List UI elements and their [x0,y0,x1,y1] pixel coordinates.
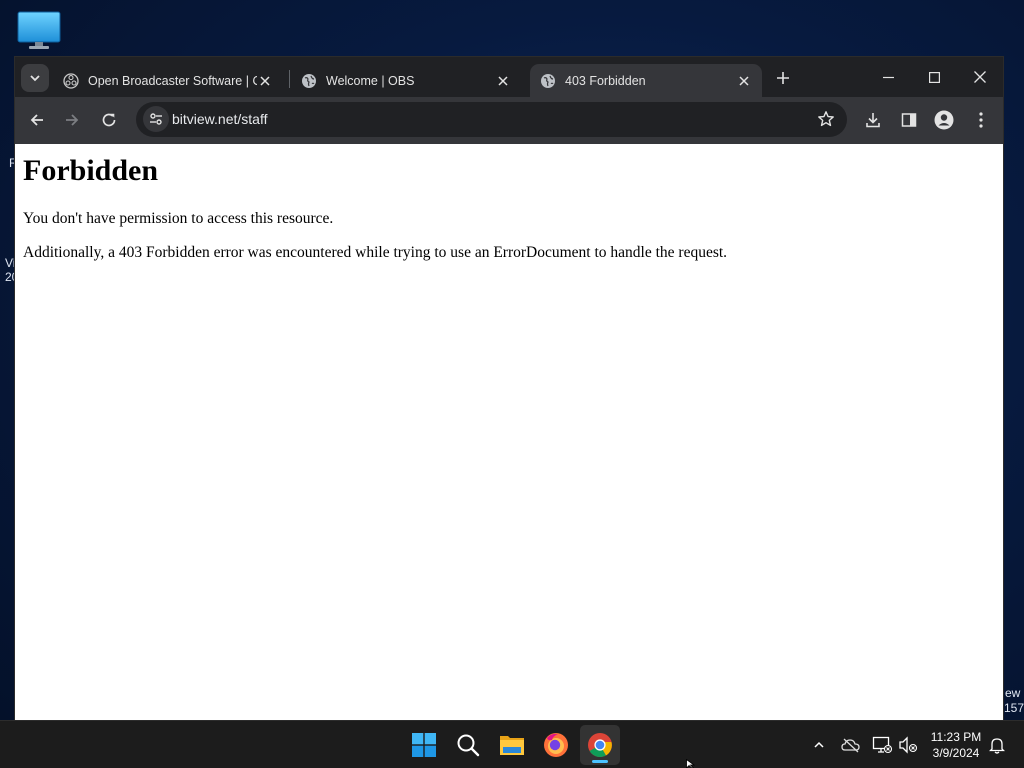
notification-bell-icon [989,738,1005,754]
search-icon [457,734,480,757]
download-icon [866,113,880,128]
globe-icon [541,73,555,88]
arrow-right-icon [66,114,79,126]
system-clock[interactable]: 11:23 PM 3/9/2024 [924,729,988,761]
desktop-peek-text: Vi [5,256,16,270]
more-vertical-icon [979,112,983,128]
chrome-window: Open Broadcaster Software | OBS Welcome … [15,57,1003,720]
network-icon [872,736,892,754]
tab-welcome-obs[interactable]: Welcome | OBS [291,64,521,97]
chevron-down-icon [30,75,40,82]
close-tab-icon[interactable] [736,73,752,89]
minimize-icon [882,76,894,78]
tab-title: Open Broadcaster Software | OBS [88,73,257,88]
start-button[interactable] [404,725,444,765]
profile-avatar-icon [934,110,954,130]
page-content: Forbidden You don't have permission to a… [15,144,1003,720]
address-bar[interactable]: bitview.net/staff [136,102,847,137]
reload-button[interactable] [95,106,123,134]
chrome-button[interactable] [580,725,620,765]
close-tab-icon[interactable] [257,73,273,89]
volume-button[interactable] [897,734,919,756]
plus-icon [777,72,789,84]
firefox-icon [544,733,568,757]
bookmark-button[interactable] [815,108,837,130]
chrome-icon [588,733,612,758]
star-icon [818,111,834,127]
arrow-left-icon [30,114,43,126]
file-explorer-icon [500,736,524,755]
close-tab-icon[interactable] [495,73,511,89]
taskbar: 11:23 PM 3/9/2024 [0,720,1024,768]
desktop-peek-text: ew [1005,686,1021,700]
tab-title: Welcome | OBS [326,73,415,88]
active-app-indicator [592,760,608,763]
new-tab-button[interactable] [772,67,794,89]
maximize-button[interactable] [911,59,957,95]
downloads-button[interactable] [859,106,887,134]
side-panel-icon [901,113,917,127]
notifications-button[interactable] [986,734,1008,756]
site-info-button[interactable] [143,106,169,132]
file-explorer-button[interactable] [492,725,532,765]
show-hidden-icons-button[interactable] [808,734,830,756]
minimize-button[interactable] [865,59,911,95]
url-text[interactable]: bitview.net/staff [172,111,267,127]
error-detail: Additionally, a 403 Forbidden error was … [23,244,728,261]
tab-obs-software[interactable]: Open Broadcaster Software | OBS [53,64,283,97]
mouse-cursor-icon [686,759,696,768]
chevron-up-icon [814,741,824,748]
page-heading: Forbidden [23,154,159,187]
taskbar-search-button[interactable] [448,725,488,765]
forward-button[interactable] [58,106,86,134]
tab-strip: Open Broadcaster Software | OBS Welcome … [15,57,1003,97]
maximize-icon [928,71,940,83]
tab-separator [289,70,290,88]
obs-logo-icon [63,72,79,89]
desktop-peek-text: 157 [1004,701,1024,715]
close-icon [974,71,986,83]
start-icon [412,733,436,757]
clock-time: 11:23 PM [930,730,982,744]
onedrive-icon [841,738,860,753]
tab-title: 403 Forbidden [565,73,646,88]
tune-icon [150,113,162,125]
browser-toolbar: bitview.net/staff [15,97,1003,144]
firefox-button[interactable] [536,725,576,765]
side-panel-button[interactable] [895,106,923,134]
clock-date: 3/9/2024 [932,746,980,760]
tab-403-forbidden[interactable]: 403 Forbidden [530,64,762,97]
close-window-button[interactable] [957,59,1003,95]
back-button[interactable] [23,106,51,134]
profile-button[interactable] [930,106,958,134]
globe-icon [302,73,316,88]
tab-search-button[interactable] [21,64,49,92]
error-message: You don't have permission to access this… [23,210,334,227]
volume-muted-icon [899,736,918,754]
onedrive-button[interactable] [840,734,862,756]
menu-button[interactable] [967,106,995,134]
this-pc-desktop-icon[interactable] [17,11,61,51]
reload-icon [102,113,116,127]
network-button[interactable] [871,734,893,756]
